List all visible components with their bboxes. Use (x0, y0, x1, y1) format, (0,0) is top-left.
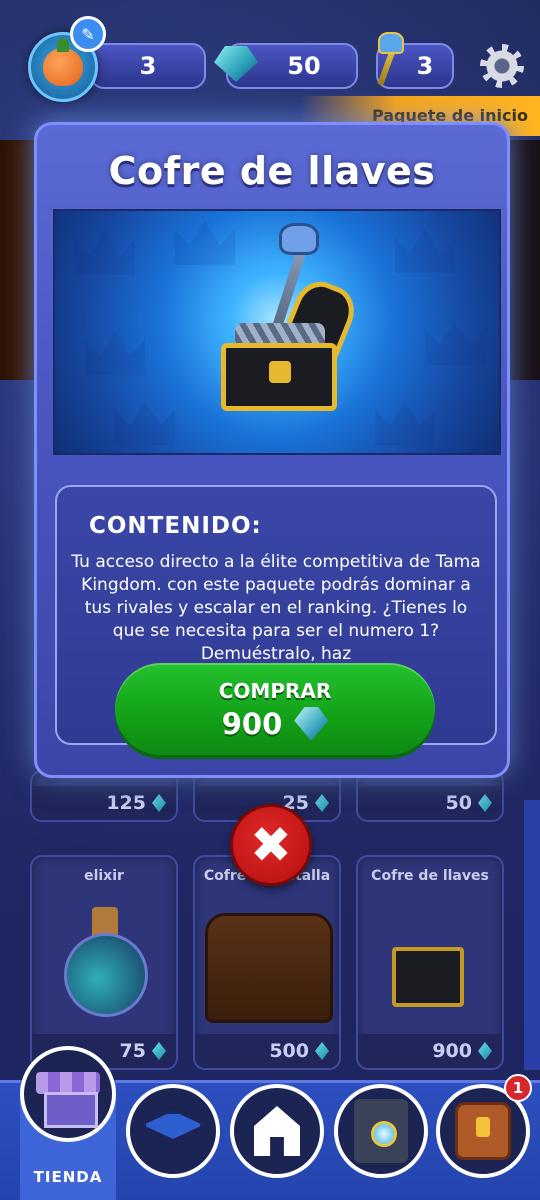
edit-profile-icon[interactable]: ✎ (70, 16, 106, 52)
tama-character-icon (43, 38, 83, 86)
key-chest-dialog: Cofre de llaves CONTENIDO: Tu acceso dir… (34, 122, 510, 778)
card-price: 50 (358, 786, 502, 820)
buy-button-label: COMPRAR (218, 679, 332, 703)
dialog-title: Cofre de llaves (108, 149, 436, 193)
gem-icon (478, 794, 492, 812)
gem-icon (315, 794, 329, 812)
key-chest-icon (392, 947, 464, 1007)
close-dialog-button[interactable]: ✖ (230, 804, 312, 886)
close-icon: ✖ (250, 816, 292, 874)
gem-icon (294, 707, 329, 741)
nav-learn-button[interactable] (126, 1084, 220, 1178)
nav-home-button[interactable] (230, 1084, 324, 1178)
card-title: elixir (84, 868, 124, 884)
scroll-indicator (524, 800, 540, 1070)
key-icon (376, 32, 404, 88)
home-icon (254, 1106, 300, 1156)
card-price: 900 (358, 1034, 502, 1068)
buy-button-price: 900 (115, 707, 435, 741)
contents-description[interactable]: Tu acceso directo a la élite competitiva… (69, 551, 483, 663)
contents-heading: CONTENIDO: (89, 513, 262, 539)
battle-chest-icon (205, 913, 333, 1023)
elixir-bottle-icon (64, 907, 148, 1027)
nav-store-button[interactable] (20, 1046, 116, 1142)
key-chest-image (53, 209, 501, 455)
notification-badge: 1 (504, 1074, 532, 1102)
store-icon (36, 1066, 100, 1128)
treasure-chest-icon (221, 223, 362, 411)
card-price: 125 (32, 786, 176, 820)
buy-button[interactable]: COMPRAR 900 (115, 663, 435, 755)
level-counter: 3 (90, 43, 206, 89)
tower-icon (354, 1099, 408, 1163)
card-price: 500 (195, 1034, 339, 1068)
nav-store-label: TIENDA (33, 1168, 103, 1186)
gem-icon (152, 1042, 166, 1060)
gem-icon (152, 794, 166, 812)
card-title: Cofre de llaves (371, 868, 489, 884)
settings-gear-icon[interactable] (480, 44, 524, 88)
backpack-icon (455, 1102, 511, 1160)
graduation-cap-icon (143, 1111, 203, 1139)
store-card-key-chest[interactable]: Cofre de llaves 900 (356, 855, 504, 1070)
nav-kingdom-button[interactable] (334, 1084, 428, 1178)
store-card-battle-chest[interactable]: Cofre de batalla 500 (193, 855, 341, 1070)
store-card-elixir[interactable]: elixir 75 (30, 855, 178, 1070)
gem-icon (478, 1042, 492, 1060)
gem-icon (214, 46, 258, 82)
gem-icon (315, 1042, 329, 1060)
